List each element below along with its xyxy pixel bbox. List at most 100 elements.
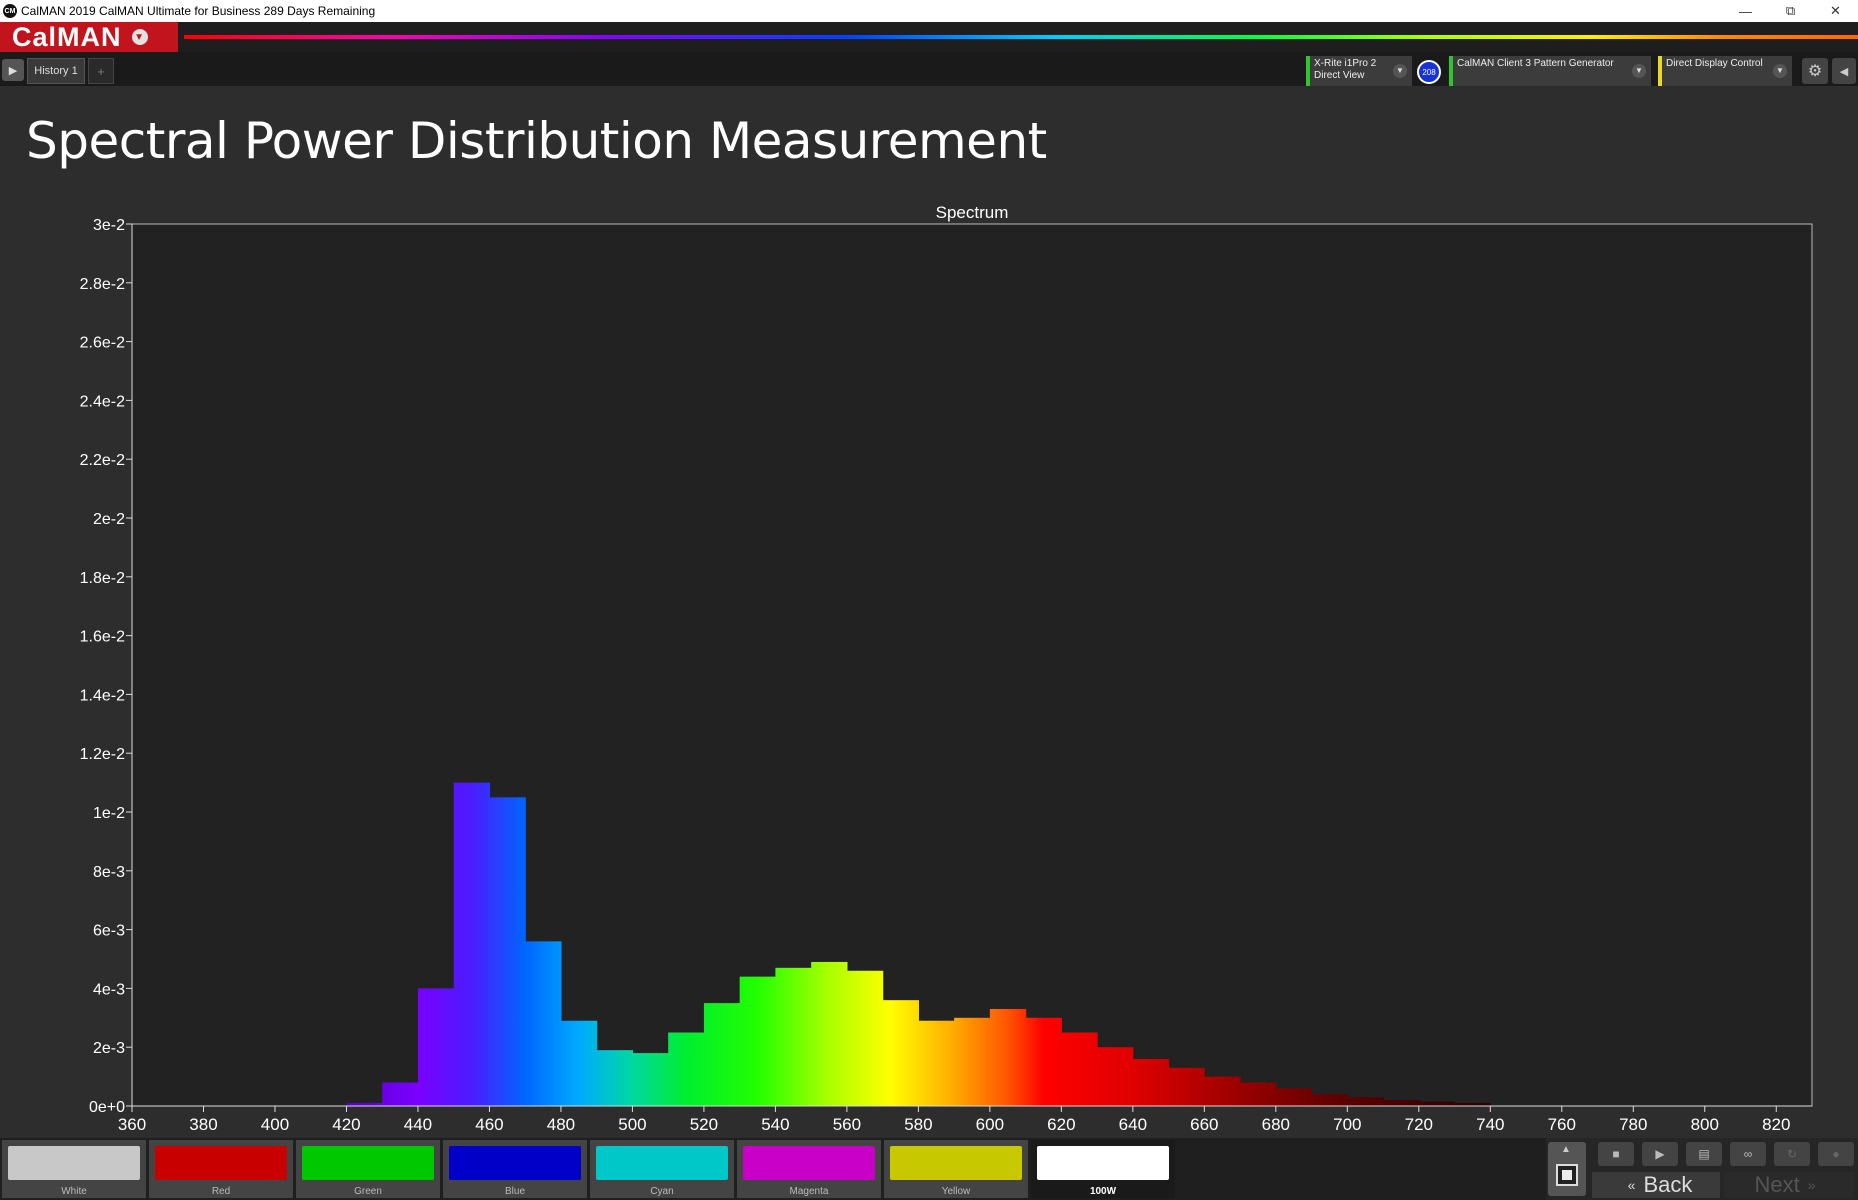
y-tick-label: 2e-3 [93, 1040, 125, 1057]
x-tick-label: 820 [1762, 1115, 1790, 1134]
x-tick-label: 640 [1119, 1115, 1147, 1134]
spectrum-bar [1240, 1082, 1277, 1106]
spectrum-bar [453, 782, 491, 1106]
chevron-right-icon: » [1807, 1177, 1816, 1193]
swatch-green[interactable]: Green [296, 1140, 440, 1198]
bottom-bar: White Red Green Blue Cyan Magenta Yellow 100W ▲… [0, 1138, 1858, 1200]
tab-history[interactable]: History 1 [27, 58, 85, 84]
next-label: Next [1754, 1172, 1800, 1197]
swatch-blue[interactable]: Blue [443, 1140, 587, 1198]
spectrum-bar [668, 1032, 705, 1106]
spectrum-bar [846, 970, 884, 1106]
collapse-icon[interactable]: ◀ [1832, 58, 1856, 84]
stop-icon [1556, 1164, 1578, 1186]
spectrum-bar [1025, 1017, 1062, 1106]
x-tick-label: 660 [1190, 1115, 1218, 1134]
display-control-selector[interactable]: Direct Display Control ▼ [1658, 56, 1792, 86]
x-tick-label: 680 [1262, 1115, 1290, 1134]
chevron-down-icon: ▼ [1393, 64, 1407, 78]
spectrum-bar [703, 1003, 741, 1106]
restore-icon[interactable]: ⧉ [1768, 0, 1813, 22]
spectrum-bar [1061, 1032, 1098, 1106]
spectrum-bar [989, 1008, 1027, 1106]
app-icon: CM [3, 4, 17, 18]
stop-icon[interactable]: ■ [1598, 1142, 1634, 1166]
play-icon[interactable]: ▶ [2, 59, 24, 81]
spectrum-bar [1097, 1047, 1134, 1106]
swatch-chip [596, 1146, 728, 1180]
swatch-magenta[interactable]: Magenta [737, 1140, 881, 1198]
swatch-cyan[interactable]: Cyan [590, 1140, 734, 1198]
x-tick-label: 740 [1476, 1115, 1504, 1134]
x-axis: 360 380 400 420 440 460 480 500 520 540 560 580 600 6… [118, 1105, 1812, 1134]
swatch-chip [1037, 1146, 1169, 1180]
play-icon[interactable]: ▶ [1642, 1142, 1678, 1166]
brand-bar: CalMAN ▼ [0, 22, 1858, 52]
x-tick-label: 560 [833, 1115, 861, 1134]
gear-icon[interactable]: ⚙ [1802, 58, 1828, 84]
spectrum-bar [417, 988, 455, 1106]
x-tick-label: 760 [1548, 1115, 1576, 1134]
spectrum-bar [489, 797, 526, 1106]
meter-status-badge[interactable]: 208 [1417, 60, 1441, 84]
swatch-100w[interactable]: 100W [1031, 1140, 1175, 1198]
spectrum-bar [918, 1020, 955, 1106]
spectrum-bar [1168, 1067, 1205, 1106]
spectrum-bar [1204, 1076, 1241, 1106]
swatch-yellow[interactable]: Yellow [884, 1140, 1028, 1198]
swatch-chip [302, 1146, 434, 1180]
y-tick-label: 6e-3 [93, 923, 125, 940]
toolbar: ▶ History 1 + X-Rite i1Pro 2 Direct View… [0, 52, 1858, 86]
rainbow-divider [184, 35, 1858, 39]
plot-area [131, 223, 1813, 1107]
spectrum-chart: Spectrum 0e+0 2e-3 4e-3 6e-3 8e-3 1e-2 1.2e-2 1… [0, 196, 1858, 1136]
meter-selector[interactable]: X-Rite i1Pro 2 Direct View ▼ [1306, 56, 1412, 86]
y-tick-label: 1.2e-2 [80, 746, 125, 763]
chevron-left-icon: « [1627, 1177, 1636, 1193]
x-tick-label: 700 [1333, 1115, 1361, 1134]
x-tick-label: 780 [1619, 1115, 1647, 1134]
pattern-generator-selector[interactable]: CalMAN Client 3 Pattern Generator ▼ [1449, 56, 1651, 86]
x-tick-label: 400 [261, 1115, 289, 1134]
y-tick-label: 1.4e-2 [80, 687, 125, 704]
swatch-label: Magenta [789, 1186, 829, 1197]
add-tab-button[interactable]: + [88, 58, 114, 84]
spectrum-bar [596, 1050, 634, 1106]
spectrum-chart-svg: Spectrum 0e+0 2e-3 4e-3 6e-3 8e-3 1e-2 1.2e-2 1… [80, 203, 1813, 1134]
swatch-label: Yellow [941, 1186, 971, 1197]
swatch-white[interactable]: White [2, 1140, 146, 1198]
y-tick-label: 4e-3 [93, 981, 125, 998]
y-tick-label: 1.6e-2 [80, 629, 125, 646]
back-label: Back [1643, 1172, 1693, 1197]
chevron-down-icon: ▼ [1632, 64, 1646, 78]
x-tick-label: 800 [1691, 1115, 1719, 1134]
spectrum-bar [775, 967, 812, 1106]
stop-button[interactable]: ▲ [1548, 1142, 1586, 1196]
x-tick-label: 520 [690, 1115, 718, 1134]
spectrum-bar [382, 1082, 419, 1106]
minimize-icon[interactable]: — [1723, 0, 1768, 22]
calman-menu-button[interactable]: CalMAN ▼ [0, 22, 178, 52]
close-icon[interactable]: ✕ [1813, 0, 1858, 22]
x-tick-label: 480 [547, 1115, 575, 1134]
swatch-label: Blue [504, 1186, 525, 1197]
swatch-red[interactable]: Red [149, 1140, 293, 1198]
window-title-bar: CM CalMAN 2019 CalMAN Ultimate for Busin… [0, 0, 1858, 22]
y-tick-label: 8e-3 [93, 864, 125, 881]
back-button[interactable]: « Back [1592, 1172, 1720, 1198]
swatch-chip [8, 1146, 140, 1180]
spectrum-bar [560, 1020, 598, 1106]
chart-title: Spectrum [936, 203, 1009, 222]
spectrum-bar [1347, 1097, 1384, 1106]
spectrum-bar [811, 961, 848, 1106]
record-icon[interactable]: ● [1818, 1142, 1854, 1166]
refresh-icon[interactable]: ↻ [1774, 1142, 1810, 1166]
next-button[interactable]: Next » [1724, 1172, 1854, 1198]
loop-icon[interactable]: ∞ [1730, 1142, 1766, 1166]
x-tick-label: 380 [189, 1115, 217, 1134]
save-icon[interactable]: ▤ [1686, 1142, 1722, 1166]
spectrum-bar [1418, 1101, 1456, 1106]
display-control-name: Direct Display Control [1666, 58, 1763, 69]
x-tick-label: 460 [475, 1115, 503, 1134]
y-tick-label: 2e-2 [93, 511, 125, 528]
